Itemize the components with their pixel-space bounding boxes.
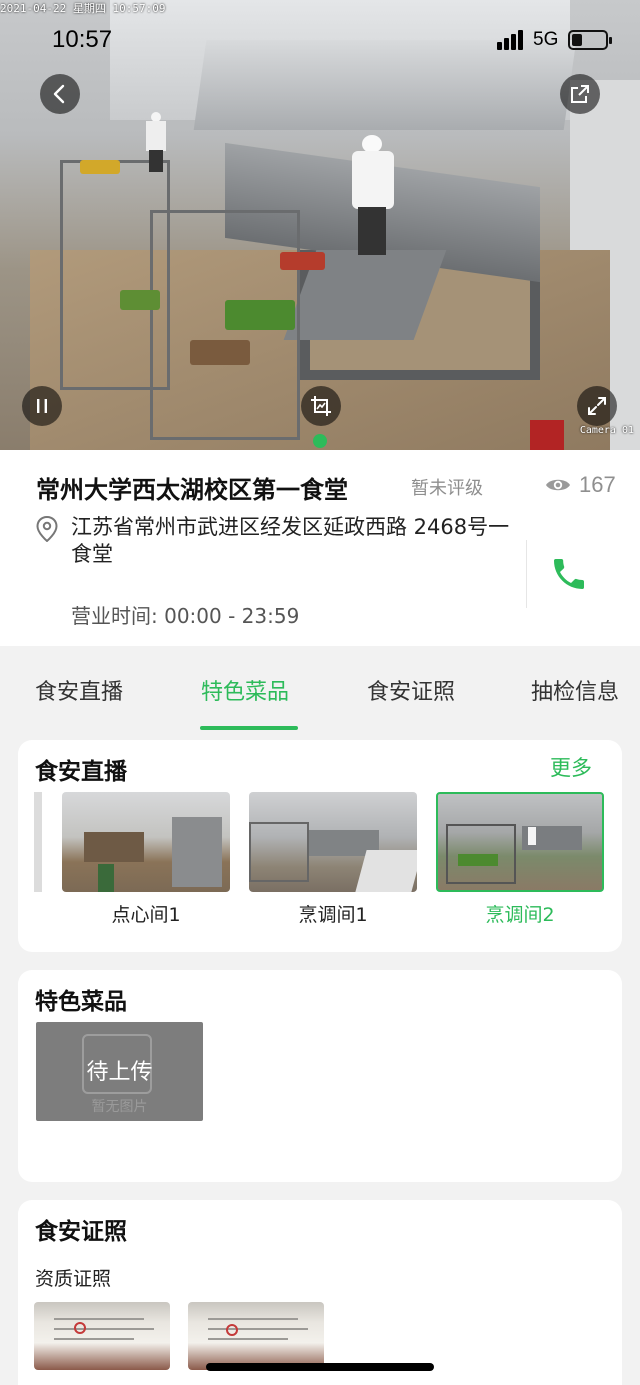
carousel-indicator: [313, 434, 327, 448]
camera-label: 点心间1: [111, 904, 181, 926]
camera-thumbnail[interactable]: [62, 792, 230, 892]
tab-inspection[interactable]: 抽检信息: [531, 674, 619, 706]
section-tabs: 食安直播 特色菜品 食安证照 抽检信息: [0, 660, 640, 732]
tab-certs[interactable]: 食安证照: [367, 674, 455, 706]
pause-button[interactable]: [22, 386, 62, 426]
canteen-info: 常州大学西太湖校区第一食堂 暂未评级 167 江苏省常州市武进区经发区延政西路 …: [0, 450, 640, 646]
dishes-section-title: 特色菜品: [35, 989, 127, 1015]
dishes-section: 特色菜品 待上传 暂无图片: [18, 970, 622, 1182]
battery-icon: [568, 30, 612, 50]
dish-placeholder[interactable]: 待上传 暂无图片: [36, 1022, 203, 1121]
certs-section: 食安证照 资质证照: [18, 1200, 622, 1385]
status-bar: 10:57 5G: [0, 0, 640, 80]
call-button[interactable]: [549, 554, 589, 598]
video-frame-vegetables: [280, 252, 325, 270]
fullscreen-button[interactable]: [577, 386, 617, 426]
certs-section-title: 食安证照: [35, 1219, 127, 1245]
video-frame-vegetables: [120, 290, 160, 310]
dish-empty-text: 暂无图片: [91, 1099, 148, 1115]
share-icon: [571, 85, 589, 103]
phone-icon: [554, 559, 584, 589]
video-frame-cook: [350, 135, 396, 255]
eye-icon: [546, 479, 570, 491]
camera-label: 烹调间2: [485, 904, 555, 926]
live-section-title: 食安直播: [35, 759, 127, 785]
pause-icon: [37, 399, 47, 413]
canteen-address: 江苏省常州市武进区经发区延政西路 2468号一食堂: [71, 515, 510, 566]
video-frame-vegetables: [225, 300, 295, 330]
rating-badge: 暂未评级: [411, 478, 483, 499]
snapshot-button[interactable]: [301, 386, 341, 426]
dish-upload-status: 待上传: [86, 1060, 153, 1085]
view-count: 167: [545, 472, 616, 498]
certificate-image[interactable]: [34, 1302, 170, 1370]
share-button[interactable]: [560, 74, 600, 114]
location-pin-icon: [36, 516, 58, 542]
live-section: 食安直播 更多 点心间1 烹调间1 烹调间2: [18, 740, 622, 952]
opening-hours: 营业时间: 00:00 - 23:59: [71, 604, 300, 628]
back-button[interactable]: [40, 74, 80, 114]
signal-icon: [497, 30, 525, 50]
camera-label: 烹调间1: [298, 904, 368, 926]
view-count-value: 167: [579, 472, 616, 497]
tab-dishes[interactable]: 特色菜品: [201, 674, 289, 706]
camera-thumbnail[interactable]: [249, 792, 417, 892]
video-frame-vegetables: [190, 340, 250, 365]
camera-thumbnail-partial[interactable]: [34, 792, 42, 892]
video-frame-sign: [530, 420, 564, 450]
expand-icon: [588, 397, 606, 415]
certificate-image[interactable]: [188, 1302, 324, 1370]
video-osd-camera: Camera 01: [579, 425, 634, 436]
canteen-name: 常州大学西太湖校区第一食堂: [36, 476, 348, 504]
video-frame-cook: [146, 112, 166, 172]
chevron-left-icon: [53, 84, 65, 104]
tab-active-indicator: [200, 726, 298, 730]
more-link[interactable]: 更多: [550, 752, 592, 782]
tab-live[interactable]: 食安直播: [35, 674, 123, 706]
status-time: 10:57: [52, 26, 113, 53]
image-crop-icon: [311, 396, 331, 416]
camera-thumbnail[interactable]: [436, 792, 604, 892]
divider: [526, 540, 527, 608]
home-indicator[interactable]: [206, 1363, 434, 1371]
network-type: 5G: [533, 29, 559, 50]
certs-subtitle: 资质证照: [35, 1268, 112, 1290]
video-frame-vegetables: [80, 160, 120, 174]
live-video-player[interactable]: 2021-04-22 星期四 10:57:09 Camera 01 10:57 …: [0, 0, 640, 450]
